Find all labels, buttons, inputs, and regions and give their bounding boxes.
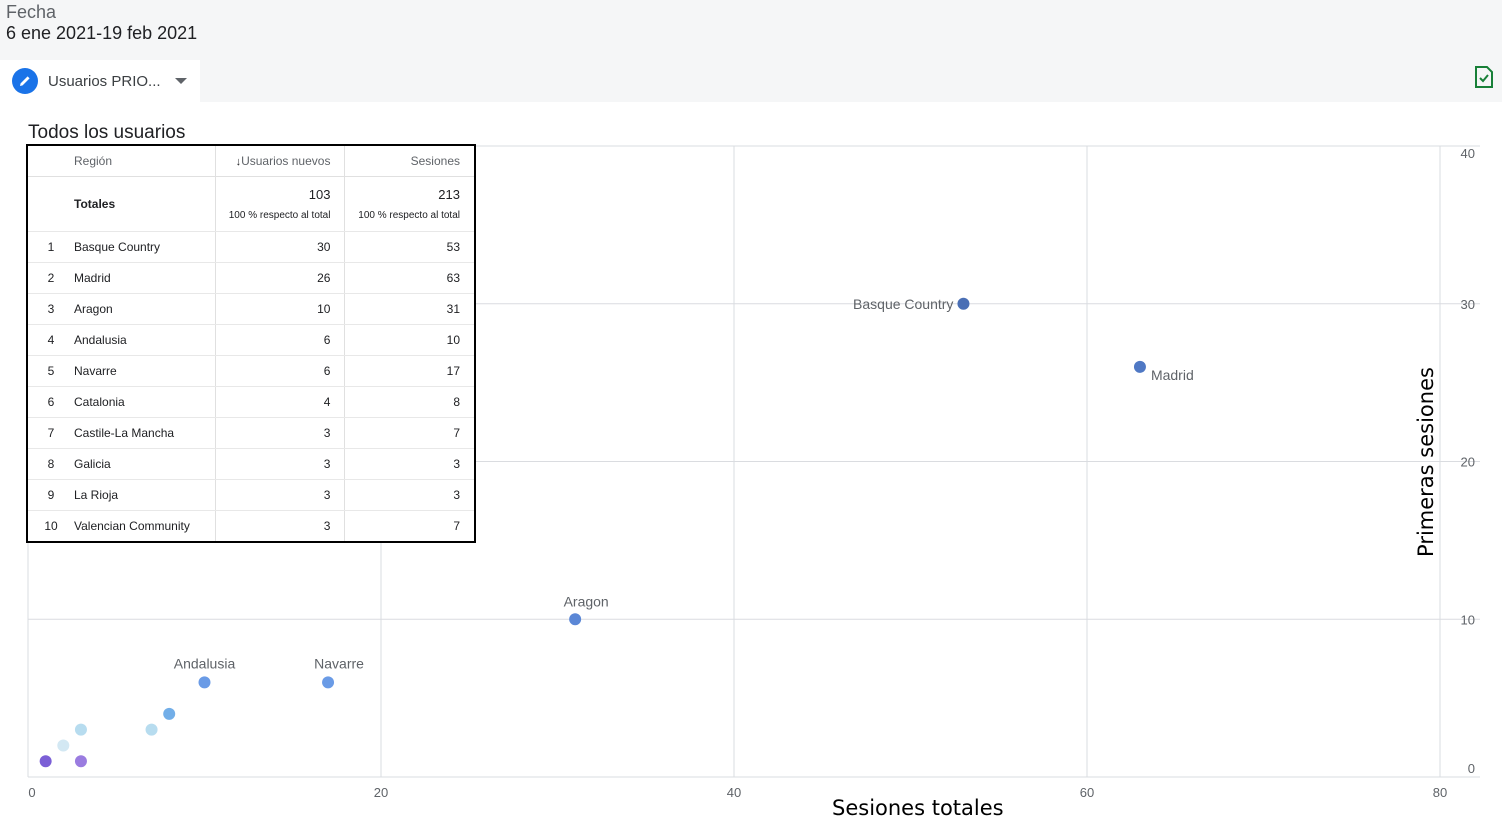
x-axis-title: Sesiones totales — [832, 796, 1004, 820]
table-row[interactable]: 9 La Rioja 3 3 — [27, 479, 475, 511]
totals-new-users-value: 103 — [308, 187, 331, 202]
y-tick-label: 0 — [1468, 761, 1475, 776]
row-index: 5 — [27, 355, 74, 387]
header-sessions[interactable]: Sesiones — [344, 145, 475, 177]
totals-sessions: 213 100 % respecto al total — [344, 176, 475, 232]
y-tick-label: 10 — [1461, 612, 1475, 627]
y-tick-label: 30 — [1461, 297, 1475, 312]
row-new-users: 30 — [214, 231, 345, 263]
row-region: Valencian Community — [74, 510, 216, 543]
row-region: Catalonia — [74, 386, 216, 418]
data-point-label: Basque Country — [853, 296, 953, 312]
row-index: 6 — [27, 386, 74, 418]
row-index: 4 — [27, 324, 74, 356]
table-row[interactable]: 3 Aragon 10 31 — [27, 293, 475, 325]
row-sessions: 3 — [344, 479, 475, 511]
totals-sessions-pct: 100 % respecto al total — [358, 210, 460, 221]
row-sessions: 31 — [344, 293, 475, 325]
totals-label: Totales — [74, 176, 216, 232]
row-new-users: 4 — [214, 386, 345, 418]
row-index: 1 — [27, 231, 74, 263]
row-region: Aragon — [74, 293, 216, 325]
data-point — [1133, 360, 1146, 373]
data-point-label: Andalusia — [174, 655, 236, 671]
table-row[interactable]: 7 Castile-La Mancha 3 7 — [27, 417, 475, 449]
totals-row: Totales 103 100 % respecto al total 213 … — [27, 176, 475, 232]
data-point — [74, 755, 87, 768]
data-point-label: Aragon — [564, 593, 609, 609]
row-sessions: 53 — [344, 231, 475, 263]
row-new-users: 3 — [214, 448, 345, 480]
table-header-row: Región ↓Usuarios nuevos Sesiones — [27, 145, 475, 177]
y-tick-label: 20 — [1461, 455, 1475, 470]
row-new-users: 10 — [214, 293, 345, 325]
table-row[interactable]: 2 Madrid 26 63 — [27, 262, 475, 294]
row-new-users: 3 — [214, 417, 345, 449]
row-index: 7 — [27, 417, 74, 449]
data-point — [163, 707, 176, 720]
row-sessions: 3 — [344, 448, 475, 480]
row-index: 8 — [27, 448, 74, 480]
row-index: 2 — [27, 262, 74, 294]
totals-new-users: 103 100 % respecto al total — [214, 176, 345, 232]
row-sessions: 17 — [344, 355, 475, 387]
row-region: Basque Country — [74, 231, 216, 263]
data-point-label: Madrid — [1151, 367, 1194, 383]
data-point — [957, 297, 970, 310]
x-tick-label: 0 — [28, 785, 35, 800]
data-point — [569, 613, 582, 626]
x-tick-label: 60 — [1080, 785, 1094, 800]
data-point — [74, 723, 87, 736]
data-point — [198, 676, 211, 689]
row-region: Andalusia — [74, 324, 216, 356]
row-region: Navarre — [74, 355, 216, 387]
x-tick-label: 40 — [727, 785, 741, 800]
x-tick-label: 20 — [374, 785, 388, 800]
row-sessions: 7 — [344, 417, 475, 449]
row-sessions: 63 — [344, 262, 475, 294]
row-sessions: 8 — [344, 386, 475, 418]
table-row[interactable]: 6 Catalonia 4 8 — [27, 386, 475, 418]
data-point-label: Navarre — [314, 655, 364, 671]
table-row[interactable]: 4 Andalusia 6 10 — [27, 324, 475, 356]
row-index: 9 — [27, 479, 74, 511]
x-tick-label: 80 — [1433, 785, 1447, 800]
totals-new-users-pct: 100 % respecto al total — [228, 210, 331, 221]
data-point — [145, 723, 158, 736]
y-tick-label: 40 — [1461, 146, 1475, 161]
row-new-users: 6 — [214, 355, 345, 387]
data-point — [57, 739, 70, 752]
table-row[interactable]: 10 Valencian Community 3 7 — [27, 510, 475, 543]
row-region: La Rioja — [74, 479, 216, 511]
data-point — [322, 676, 335, 689]
header-new-users-label: Usuarios nuevos — [241, 154, 331, 168]
table-row[interactable]: 5 Navarre 6 17 — [27, 355, 475, 387]
row-region: Madrid — [74, 262, 216, 294]
table-row[interactable]: 1 Basque Country 30 53 — [27, 231, 475, 263]
table-row[interactable]: 8 Galicia 3 3 — [27, 448, 475, 480]
row-sessions: 7 — [344, 510, 475, 543]
row-new-users: 26 — [214, 262, 345, 294]
row-new-users: 6 — [214, 324, 345, 356]
row-region: Galicia — [74, 448, 216, 480]
row-new-users: 3 — [214, 510, 345, 543]
y-axis-title: Primeras sesiones — [1414, 367, 1438, 557]
row-index: 3 — [27, 293, 74, 325]
row-new-users: 3 — [214, 479, 345, 511]
header-region[interactable]: Región — [74, 145, 216, 177]
header-new-users[interactable]: ↓Usuarios nuevos — [214, 145, 345, 177]
regions-table: Región ↓Usuarios nuevos Sesiones Totales… — [26, 144, 476, 543]
totals-sessions-value: 213 — [438, 187, 460, 202]
row-index: 10 — [27, 510, 74, 543]
row-sessions: 10 — [344, 324, 475, 356]
row-region: Castile-La Mancha — [74, 417, 216, 449]
data-point — [39, 755, 52, 768]
